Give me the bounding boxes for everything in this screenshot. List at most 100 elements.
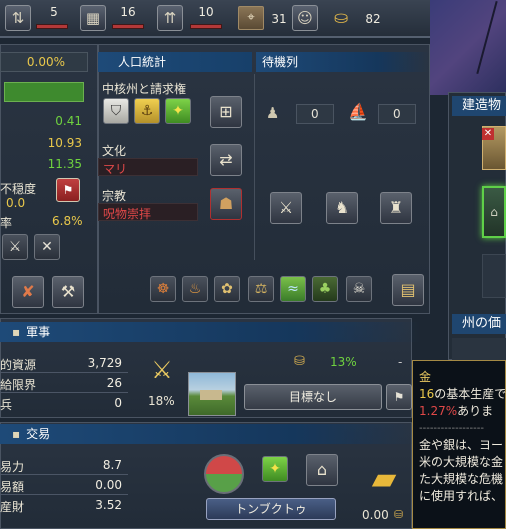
tooltip-line2-num: 1.27% [419, 404, 458, 418]
merchant-building-button[interactable]: ⌂ [306, 454, 338, 486]
trade-row-1-label: 易力 [0, 460, 25, 474]
sword-action-icon[interactable]: ⚔ [2, 234, 28, 260]
recruit-cavalry-button[interactable]: ♞ [326, 192, 358, 224]
trade-node-button[interactable]: トンブクトゥ [206, 498, 336, 520]
trade-row-1-value: 8.7 [102, 458, 122, 472]
military-row-3-value: 0 [114, 396, 122, 410]
development-icon[interactable]: ⇈ [157, 5, 183, 31]
panel-divider [254, 74, 255, 260]
top-bar: ⇅ 5 ▦ 16 ⇈ 10 ⌖ 31 ☺ ⛀ 82 [0, 0, 430, 38]
gold-coins-icon: ⛀ [334, 8, 349, 28]
tooltip-body-3: た大規模な危機 [419, 472, 504, 486]
religion-convert-button[interactable]: ☗ [210, 188, 242, 220]
map-icon[interactable]: ⌖ [238, 6, 264, 30]
standby-header-label: 待機列 [262, 55, 299, 69]
standby-count-2: 0 [393, 107, 401, 121]
culture-convert-button[interactable]: ⇄ [210, 144, 242, 176]
portrait-icon[interactable]: ☺ [292, 5, 318, 31]
map-count: 31 [271, 12, 287, 26]
tooltip-title: 金 [419, 370, 432, 384]
building-slot-close-icon[interactable]: ✕ [482, 128, 494, 140]
value-1: 0.41 [55, 114, 82, 128]
buildings-header-label: 建造物 [462, 98, 502, 113]
goods-small-icon: ⛁ [394, 508, 404, 521]
goal-button-label: 目標なし [288, 390, 337, 404]
torch-icon[interactable]: ♨ [182, 276, 208, 302]
military-row-1-value: 3,729 [87, 356, 122, 370]
unrest-flag-icon[interactable]: ⚑ [56, 178, 80, 202]
culture-field: マリ [98, 158, 198, 176]
tooltip-body-2: 米の大規模な金 [419, 455, 504, 469]
tooltip-line2-text: ありま [457, 404, 494, 418]
garrison-progress-value: 13% [330, 355, 357, 369]
building-count: 16 [120, 5, 136, 19]
trade-header: ▪ 交易 [0, 424, 420, 444]
trade-node-flag-icon[interactable] [204, 454, 244, 494]
development-bar [190, 24, 222, 29]
ship-icon: ⛵ [348, 102, 368, 121]
grain-icon[interactable]: ✿ [214, 276, 240, 302]
trade-header-icon: ▪ [12, 427, 21, 441]
gold-tooltip: 金 16の基本生産で 1.27%ありま ------------------ 金… [412, 360, 506, 529]
infantry-icon: ♟ [266, 104, 280, 122]
advisor-bar [36, 24, 68, 29]
standby-count-1: 0 [311, 107, 319, 121]
tooltip-line1-text: の基本生産で [434, 387, 506, 401]
shield-white-icon[interactable]: ⛉ [103, 98, 129, 124]
state-value-header: 州の価 [452, 314, 506, 334]
goal-button[interactable]: 目標なし [244, 384, 382, 410]
shield-green-icon[interactable]: ✦ [165, 98, 191, 124]
tooltip-body-4: に使用すれば、 [419, 489, 504, 503]
ledger-button[interactable]: ▤ [392, 274, 424, 306]
skull-icon[interactable]: ☠ [346, 276, 372, 302]
garrison-coins-icon: ⛁ [294, 354, 305, 369]
trade-header-label: 交易 [26, 427, 51, 441]
trade-goods-icon[interactable]: ⚖ [248, 276, 274, 302]
trade-route-icon[interactable]: ☸ [150, 276, 176, 302]
culture-label: 文化 [102, 144, 127, 158]
palm-tree-icon[interactable]: ♣ [312, 276, 338, 302]
military-row-2-value: 26 [106, 376, 122, 390]
religion-label: 宗教 [102, 189, 127, 203]
building-slot-3[interactable] [482, 254, 506, 298]
gold-bars-icon: ▰ [371, 459, 397, 497]
trade-shield-icon[interactable]: ✦ [262, 456, 288, 482]
add-core-button[interactable]: ⊞ [210, 96, 242, 128]
map-corner[interactable] [430, 0, 506, 95]
unrest-label: 不穏度 [0, 182, 37, 196]
military-row-3-label: 兵 [0, 398, 13, 412]
cores-label: 中核州と請求権 [102, 82, 187, 96]
swords-crossed-icon[interactable]: ✕ [34, 234, 60, 260]
shield-gold-icon[interactable]: ⚓ [134, 98, 160, 124]
population-header-label: 人口統計 [118, 55, 167, 69]
military-row-1-label: 的資源 [0, 358, 37, 372]
trade-sep-2 [0, 494, 128, 495]
tooltip-divider: ------------------ [419, 423, 484, 434]
recruit-mercenary-button[interactable]: ♜ [380, 192, 412, 224]
advisor-count: 5 [50, 5, 58, 19]
building-slot-2[interactable]: ⌂ [482, 186, 506, 238]
military-percent: 18% [148, 394, 175, 408]
hammer-icon[interactable]: ⚒ [52, 276, 84, 308]
trade-row-2-label: 易額 [0, 480, 25, 494]
military-sep-2 [0, 392, 128, 393]
advisor-icon[interactable]: ⇅ [5, 5, 31, 31]
rate-label: 率 [0, 216, 13, 230]
cancel-action-icon[interactable]: ✘ [12, 276, 44, 308]
trade-node-label: トンブクトゥ [235, 502, 307, 516]
culture-value: マリ [103, 162, 128, 176]
river-icon[interactable]: ≈ [280, 276, 306, 302]
garrison-dash: - [398, 355, 403, 369]
recruit-infantry-button[interactable]: ⚔ [270, 192, 302, 224]
standby-count-2-box: 0 [378, 104, 416, 124]
goal-icon[interactable]: ⚑ [386, 384, 412, 410]
building-bar [112, 24, 144, 29]
tooltip-body-1: 金や銀は、ヨー [419, 438, 504, 452]
state-value-strip [452, 338, 506, 360]
building-icon[interactable]: ▦ [80, 5, 106, 31]
percent-box: 0.00% [0, 52, 88, 72]
trade-row-2-value: 0.00 [95, 478, 122, 492]
green-bar [4, 82, 84, 102]
buildings-header: 建造物 [452, 96, 506, 116]
religion-value: 呪物崇拝 [103, 207, 152, 221]
